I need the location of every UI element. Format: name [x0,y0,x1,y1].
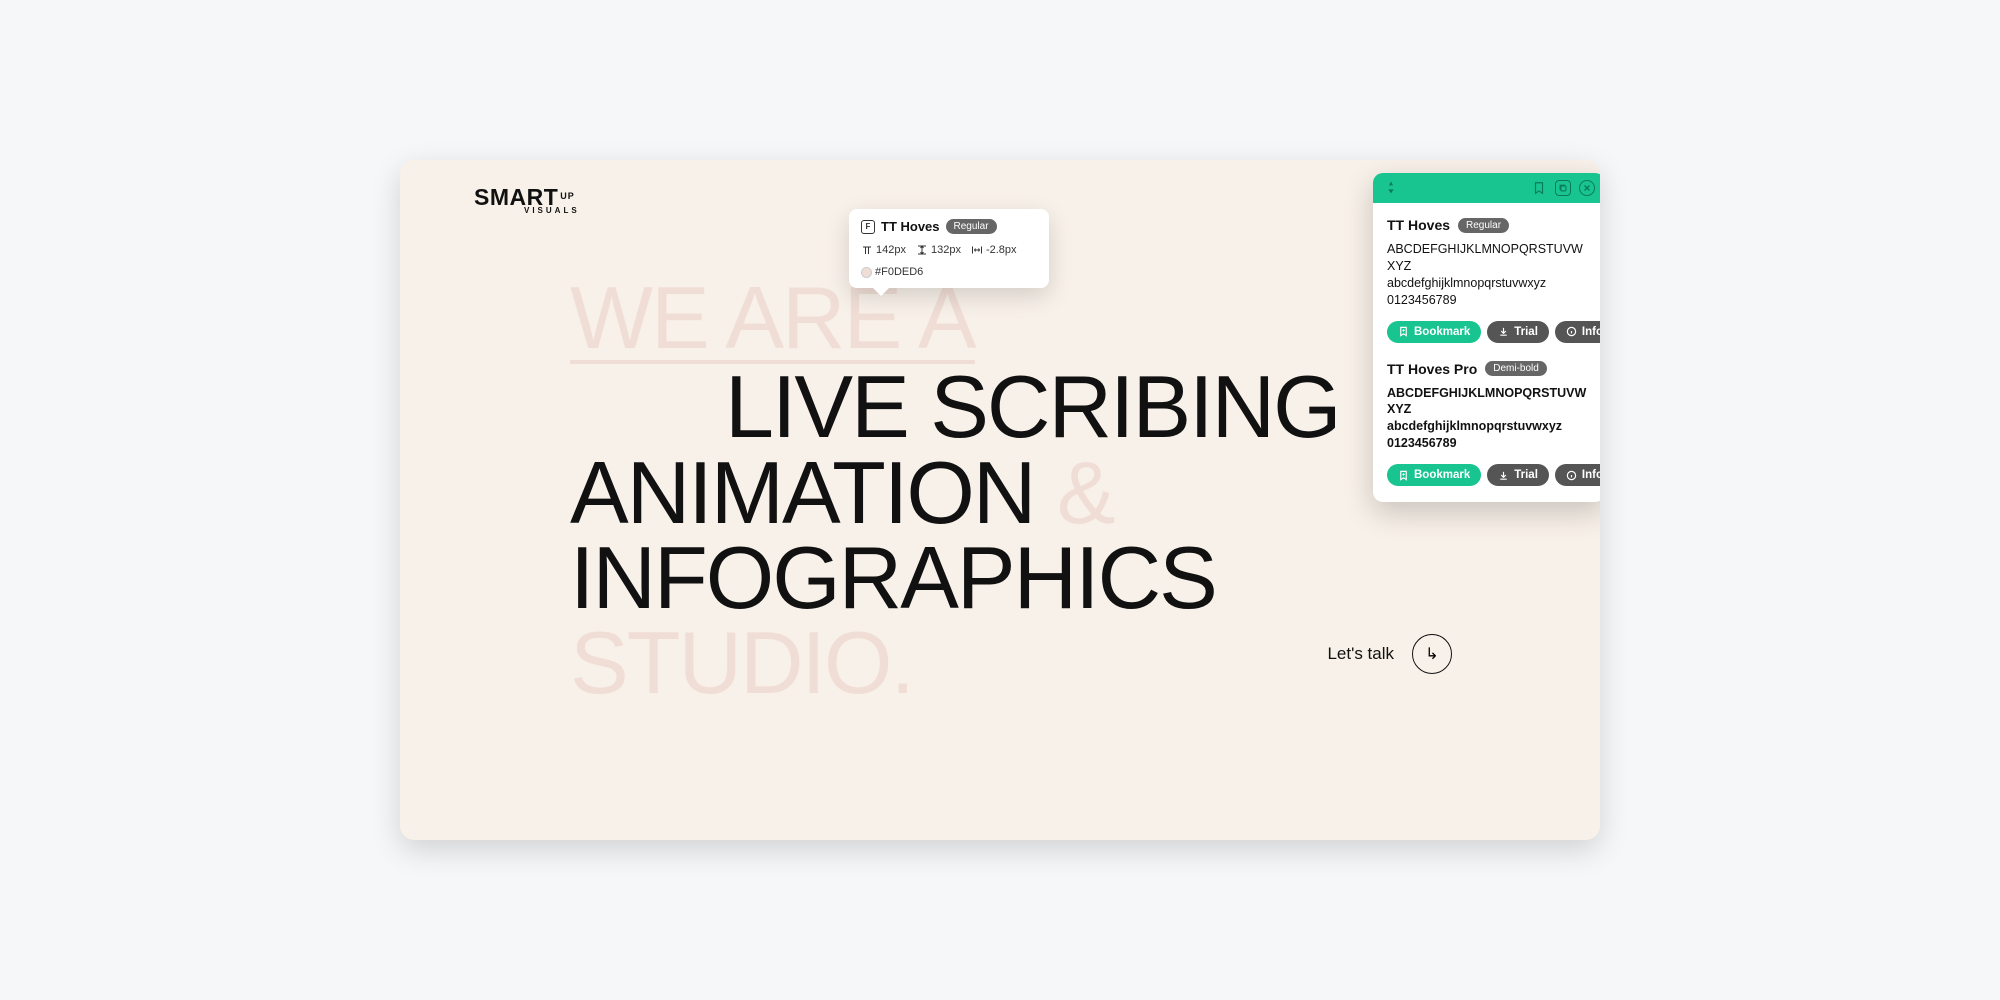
site-logo[interactable]: SMARTUP VISUALS [474,186,580,215]
panel-bookmark-icon[interactable] [1531,180,1547,196]
letter-spacing-icon [971,244,983,256]
sample-lower: abcdefghijklmnopqrstuvwxyz [1387,418,1591,435]
color-hex-value: #F0DED6 [875,266,923,278]
info-button[interactable]: Info [1555,464,1600,486]
hero-line-1: WE ARE A [570,275,975,364]
download-icon [1498,470,1509,481]
font-sample-text: ABCDEFGHIJKLMNOPQRSTUVWXYZ abcdefghijklm… [1387,241,1591,309]
arrow-circle-icon: ↳ [1412,634,1452,674]
sample-digits: 0123456789 [1387,292,1591,309]
line-height-value: 132px [931,244,961,256]
info-icon [1566,470,1577,481]
font-panel-header [1373,173,1600,203]
font-sample-text: ABCDEFGHIJKLMNOPQRSTUVWXYZ abcdefghijklm… [1387,385,1591,453]
bookmark-button[interactable]: Bookmark [1387,321,1481,343]
info-button[interactable]: Info [1555,321,1600,343]
inspector-font-name: TT Hoves [881,219,940,234]
panel-copy-icon[interactable] [1555,180,1571,196]
arrow-icon: ↳ [1425,644,1438,664]
hero-heading: WE ARE A LIVE SCRIBING ANIMATION & INFOG… [570,275,1340,706]
panel-close-icon[interactable] [1579,180,1595,196]
hero-line-3: ANIMATION & [570,450,1340,535]
hero-line-3a: ANIMATION [570,443,1057,542]
trial-label: Trial [1514,469,1538,481]
font-size-metric: 142px [861,244,906,256]
color-metric: #F0DED6 [861,266,923,278]
hero-line-3b: & [1057,443,1114,542]
color-swatch-icon [861,267,872,278]
font-entry: TT Hoves Pro Demi-bold ABCDEFGHIJKLMNOPQ… [1387,361,1591,487]
bookmark-label: Bookmark [1414,469,1470,481]
font-entry: TT Hoves Regular ABCDEFGHIJKLMNOPQRSTUVW… [1387,217,1591,343]
sample-upper: ABCDEFGHIJKLMNOPQRSTUVWXYZ [1387,385,1591,419]
font-entry-weight-badge: Demi-bold [1485,361,1547,376]
font-size-value: 142px [876,244,906,256]
bookmark-button[interactable]: Bookmark [1387,464,1481,486]
inspector-weight-badge: Regular [946,219,997,234]
sample-upper: ABCDEFGHIJKLMNOPQRSTUVWXYZ [1387,241,1591,275]
bookmark-label: Bookmark [1414,326,1470,338]
lets-talk-cta[interactable]: Let's talk ↳ [1327,634,1452,674]
line-height-metric: 132px [916,244,961,256]
font-entry-name: TT Hoves Pro [1387,361,1477,377]
logo-text-sup: UP [560,191,575,201]
letter-spacing-metric: -2.8px [971,244,1017,256]
logo-text-sub: VISUALS [524,207,580,215]
font-panel-body: TT Hoves Regular ABCDEFGHIJKLMNOPQRSTUVW… [1373,203,1600,502]
letter-spacing-value: -2.8px [986,244,1017,256]
line-height-icon [916,244,928,256]
hero-line-4: INFOGRAPHICS [570,535,1340,620]
info-label: Info [1582,469,1600,481]
font-inspector-panel: TT Hoves Regular ABCDEFGHIJKLMNOPQRSTUVW… [1373,173,1600,502]
lets-talk-label: Let's talk [1327,644,1394,664]
extension-logo-icon [1383,180,1399,196]
bookmark-icon [1398,470,1409,481]
bookmark-icon [1398,326,1409,337]
hero-line-2: LIVE SCRIBING [725,364,1340,449]
info-icon [1566,326,1577,337]
trial-button[interactable]: Trial [1487,464,1549,486]
sample-digits: 0123456789 [1387,435,1591,452]
download-icon [1498,326,1509,337]
trial-button[interactable]: Trial [1487,321,1549,343]
trial-label: Trial [1514,326,1538,338]
info-label: Info [1582,326,1600,338]
font-size-icon [861,244,873,256]
font-inspector-tooltip: F TT Hoves Regular 142px 132px -2.8px #F… [849,209,1049,288]
font-entry-weight-badge: Regular [1458,218,1509,233]
font-file-icon: F [861,220,875,234]
hero-line-5: STUDIO. [570,620,1340,705]
website-preview: SMARTUP VISUALS WE ARE A LIVE SCRIBING A… [400,160,1600,840]
font-entry-name: TT Hoves [1387,217,1450,233]
sample-lower: abcdefghijklmnopqrstuvwxyz [1387,275,1591,292]
